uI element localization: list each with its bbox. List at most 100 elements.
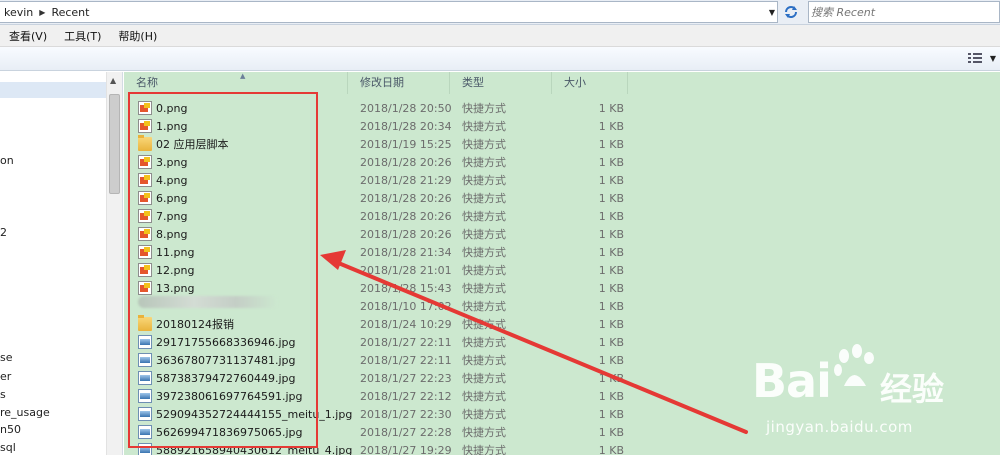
file-row[interactable]: 1.png 2018/1/28 20:34 快捷方式 1 KB [138,117,758,135]
nav-item[interactable]: n50 [0,423,21,436]
nav-item[interactable]: s [0,388,6,401]
file-row[interactable]: 8.png 2018/1/28 20:26 快捷方式 1 KB [138,225,758,243]
scroll-thumb[interactable] [109,94,120,194]
file-row[interactable]: 02 应用层脚本 2018/1/19 15:25 快捷方式 1 KB [138,135,758,153]
file-row[interactable]: 3.png 2018/1/28 20:26 快捷方式 1 KB [138,153,758,171]
file-row[interactable]: 39723806169776459​1.jpg 2018/1/27 22:12 快捷… [138,387,758,405]
png-file-icon [138,227,152,241]
view-options-icon[interactable] [968,52,982,64]
file-name: 529094352724444155_meitu_1.jpg [156,407,353,421]
file-row[interactable]: 0.png 2018/1/28 20:50 快捷方式 1 KB [138,99,758,117]
file-row[interactable]: 4.png 2018/1/28 21:29 快捷方式 1 KB [138,171,758,189]
refresh-button[interactable] [781,2,801,22]
file-date: 2018/1/28 21:01 [360,263,452,277]
file-row[interactable]: 58738379472760449.jpg 2018/1/27 22:23 快捷方式… [138,369,758,387]
file-name-cell[interactable]: 0.png [138,101,187,115]
file-name-cell[interactable]: 3.png [138,155,187,169]
file-type: 快捷方式 [462,120,506,133]
file-date: 2018/1/27 22:11 [360,353,452,367]
file-name-cell[interactable]: 562699471836975065.jpg [138,425,303,439]
address-dropdown-icon[interactable]: ▼ [769,8,775,17]
file-size: 1 KB [598,191,624,205]
file-size: 1 KB [598,155,624,169]
scroll-up-icon[interactable]: ▲ [110,76,116,85]
menu-tools[interactable]: 工具(T) [55,28,109,44]
file-name-cell[interactable]: 20180124报销 [138,315,234,332]
column-type[interactable]: 类型 [450,72,552,94]
column-header-row: ▲ 名称 修改日期 类型 大小 [124,72,1000,94]
file-size: 1 KB [598,263,624,277]
file-size: 1 KB [598,101,624,115]
file-name: 02 应用层脚本 [156,138,229,151]
file-row[interactable]: 562699471836975065.jpg 2018/1/27 22:28 快捷方… [138,423,758,441]
png-file-icon [138,101,152,115]
file-name-cell[interactable]: 588921658940430612_meitu_4.jpg [138,443,352,455]
file-date: 2018/1/28 20:26 [360,191,452,205]
file-row[interactable]: 20180124报销 2018/1/24 10:29 快捷方式 1 KB [138,315,758,333]
file-size: 1 KB [598,317,624,331]
file-size: 1 KB [598,407,624,421]
column-modified[interactable]: 修改日期 [348,72,450,94]
file-row[interactable]: 7.png 2018/1/28 20:26 快捷方式 1 KB [138,207,758,225]
file-name: 1.png [156,119,188,133]
file-date: 2018/1/27 22:28 [360,425,452,439]
menu-help[interactable]: 帮助(H) [109,28,165,44]
column-size[interactable]: 大小 [552,72,628,94]
nav-item[interactable]: se [0,351,13,364]
file-row[interactable]: 529094352724444155_meitu_1.jpg 2018/1/27 … [138,405,758,423]
navigation-pane: on 2 se er s re_usage n50 sql ▲ [0,72,123,455]
file-name-cell[interactable]: 58738379472760449.jpg [138,371,296,385]
breadcrumb-separator-icon[interactable]: ▶ [37,8,47,17]
file-name-cell[interactable]: 29171755668336946.jpg [138,335,296,349]
file-row[interactable]: 36367807731137481.jpg 2018/1/27 22:11 快捷方式… [138,351,758,369]
search-box[interactable] [808,1,1000,23]
nav-item[interactable]: re_usage [0,406,50,419]
address-bar[interactable]: kevin ▶ Recent ▼ [0,1,778,23]
nav-item[interactable]: sql [0,441,16,454]
search-input[interactable] [809,5,979,19]
file-name-cell[interactable]: 529094352724444155_meitu_1.jpg [138,407,352,421]
file-name-cell[interactable]: 11.png [138,245,194,259]
file-type: 快捷方式 [462,246,506,259]
file-name-cell[interactable]: 36367807731137481.jpg [138,353,296,367]
column-name[interactable]: 名称 [124,72,348,94]
folder-icon [138,135,152,151]
file-name-cell[interactable]: 13.png [138,281,194,295]
file-name-cell[interactable]: 8.png [138,227,187,241]
menu-view[interactable]: 查看(V) [0,28,55,44]
file-row[interactable]: 588921658940430612_meitu_4.jpg 2018/1/27 … [138,441,758,455]
file-size: 1 KB [598,299,624,313]
file-row[interactable]: 29171755668336946.jpg 2018/1/27 22:11 快捷方式… [138,333,758,351]
file-row[interactable]: 12.png 2018/1/28 21:01 快捷方式 1 KB [138,261,758,279]
file-name-cell[interactable]: 6.png [138,191,187,205]
file-name-cell[interactable]: 1.png [138,119,187,133]
file-row[interactable]: 11.png 2018/1/28 21:34 快捷方式 1 KB [138,243,758,261]
nav-selected-row[interactable] [0,82,106,98]
blurred-filename [138,296,278,308]
file-size: 1 KB [598,137,624,151]
command-toolbar: ▼ [0,47,1000,71]
file-date: 2018/1/28 15:43 [360,281,452,295]
nav-scrollbar[interactable]: ▲ [106,72,122,455]
file-date: 2018/1/27 22:11 [360,335,452,349]
nav-item[interactable]: 2 [0,226,7,239]
nav-item[interactable]: on [0,154,14,167]
breadcrumb-recent[interactable]: Recent [47,6,93,19]
file-name: 0.png [156,101,188,115]
file-date: 2018/1/28 20:26 [360,155,452,169]
jpg-file-icon [138,335,152,349]
file-name-cell[interactable]: 12.png [138,263,194,277]
file-name-cell[interactable]: 39723806169776459​1.jpg [138,389,303,403]
view-dropdown-icon[interactable]: ▼ [990,54,996,63]
breadcrumb-kevin[interactable]: kevin [0,6,37,19]
file-row[interactable]: 6.png 2018/1/28 20:26 快捷方式 1 KB [138,189,758,207]
png-file-icon [138,281,152,295]
file-name-cell[interactable]: 4.png [138,173,187,187]
file-name: 13.png [156,281,195,295]
file-name-cell[interactable]: 7.png [138,209,187,223]
file-name-cell[interactable]: 02 应用层脚本 [138,135,229,152]
file-type: 快捷方式 [462,300,506,313]
nav-item[interactable]: er [0,370,11,383]
file-row[interactable]: 13.png 2018/1/28 15:43 快捷方式 1 KB [138,279,758,297]
file-type: 快捷方式 [462,174,506,187]
